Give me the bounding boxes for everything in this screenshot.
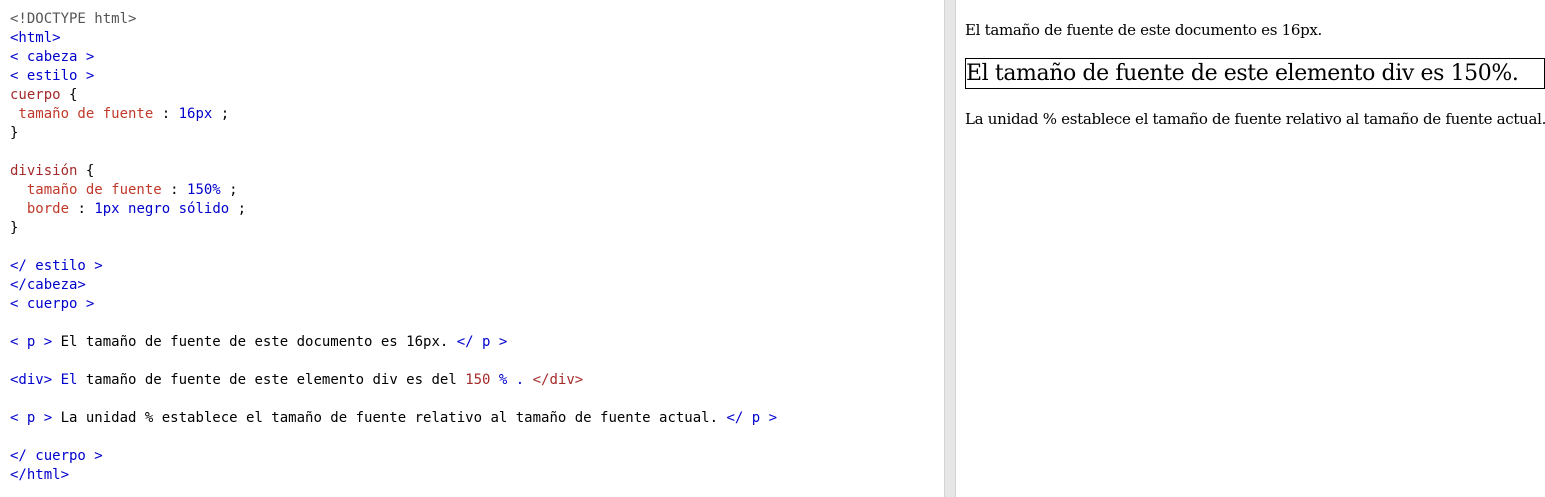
code-token: :: [153, 106, 179, 122]
code-line: ​: [10, 314, 777, 333]
code-token: 150%: [187, 182, 221, 198]
code-token: ;: [229, 201, 247, 217]
code-token: :: [69, 201, 95, 217]
code-line: borde : 1px negro sólido ;: [10, 200, 777, 219]
code-token: tamaño de fuente: [10, 106, 154, 122]
code-token: <div>: [10, 372, 53, 388]
code-token: ;: [220, 182, 238, 198]
code-line: ​: [10, 352, 777, 371]
code-line: </ estilo >: [10, 257, 777, 276]
preview-div-150-percent: El tamaño de fuente de este elemento div…: [965, 58, 1545, 89]
code-token: tamaño de fuente de este elemento div es…: [77, 372, 466, 388]
tryit-editor-app: <!DOCTYPE html> <html> < cabeza > < estilo …: [0, 0, 1545, 497]
preview-paragraph-1: El tamaño de fuente de este documento es…: [965, 21, 1323, 39]
code-token: división: [10, 163, 78, 179]
code-token: }: [10, 220, 19, 236]
code-line: < p > La unidad % establece el tamaño de…: [10, 409, 777, 428]
code-token: < p >: [10, 410, 53, 426]
code-line: ​: [10, 390, 777, 409]
code-token: < p >: [10, 334, 53, 350]
code-token: cuerpo: [10, 87, 61, 103]
code-token: </ estilo >: [10, 258, 103, 274]
code-token: }: [10, 125, 19, 141]
code-token: </ p >: [456, 334, 508, 350]
code-editor-text[interactable]: <!DOCTYPE html> <html> < cabeza > < estilo …: [10, 10, 777, 485]
code-line: }: [10, 219, 777, 238]
code-line: división {: [10, 162, 777, 181]
code-token: El: [52, 372, 78, 388]
code-token: </html>: [10, 467, 70, 483]
code-token: </ p >: [726, 410, 778, 426]
code-line: < cuerpo >: [10, 295, 777, 314]
code-token: :: [161, 182, 188, 198]
code-token: La unidad % establece el tamaño de fuent…: [52, 410, 727, 426]
code-line: }: [10, 124, 777, 143]
code-token: 150: [465, 372, 491, 388]
code-token: </ cuerpo >: [10, 448, 103, 464]
code-token: < cuerpo >: [10, 296, 95, 312]
code-line: ​: [10, 238, 777, 257]
code-line: ​: [10, 143, 777, 162]
code-line: ​: [10, 428, 777, 447]
code-line: < cabeza >: [10, 48, 777, 67]
code-line: < estilo >: [10, 67, 777, 86]
code-line: <html>: [10, 29, 777, 48]
code-token: 1px negro sólido: [94, 201, 230, 217]
code-line: cuerpo {: [10, 86, 777, 105]
code-token: <!DOCTYPE html>: [10, 11, 137, 27]
code-token: {: [77, 163, 95, 179]
code-line: </ cuerpo >: [10, 447, 777, 466]
code-editor-pane[interactable]: <!DOCTYPE html> <html> < cabeza > < estilo …: [0, 0, 944, 497]
code-token: {: [60, 87, 78, 103]
code-token: ;: [212, 106, 230, 122]
code-line: </html>: [10, 466, 777, 485]
code-token: <html>: [10, 30, 61, 46]
code-token: </cabeza>: [10, 277, 86, 293]
code-token: tamaño de fuente: [10, 182, 162, 198]
code-token: El tamaño de fuente de este documento es…: [52, 334, 457, 350]
code-token: borde: [10, 201, 70, 217]
code-token: < cabeza >: [10, 49, 95, 65]
code-line: </cabeza>: [10, 276, 777, 295]
code-line: <!DOCTYPE html>: [10, 10, 777, 29]
code-token: 16px: [178, 106, 213, 122]
code-line: < p > El tamaño de fuente de este docume…: [10, 333, 777, 352]
code-token: < estilo >: [10, 68, 95, 84]
code-line: tamaño de fuente : 150% ;: [10, 181, 777, 200]
code-line: <div> El tamaño de fuente de este elemen…: [10, 371, 777, 390]
pane-resize-handle[interactable]: [944, 0, 956, 497]
code-token: % .: [490, 372, 525, 388]
code-token: </div>: [524, 372, 584, 388]
code-line: tamaño de fuente : 16px ;: [10, 105, 777, 124]
preview-paragraph-2: La unidad % establece el tamaño de fuent…: [965, 110, 1545, 128]
result-preview-pane: El tamaño de fuente de este documento es…: [956, 0, 1545, 497]
